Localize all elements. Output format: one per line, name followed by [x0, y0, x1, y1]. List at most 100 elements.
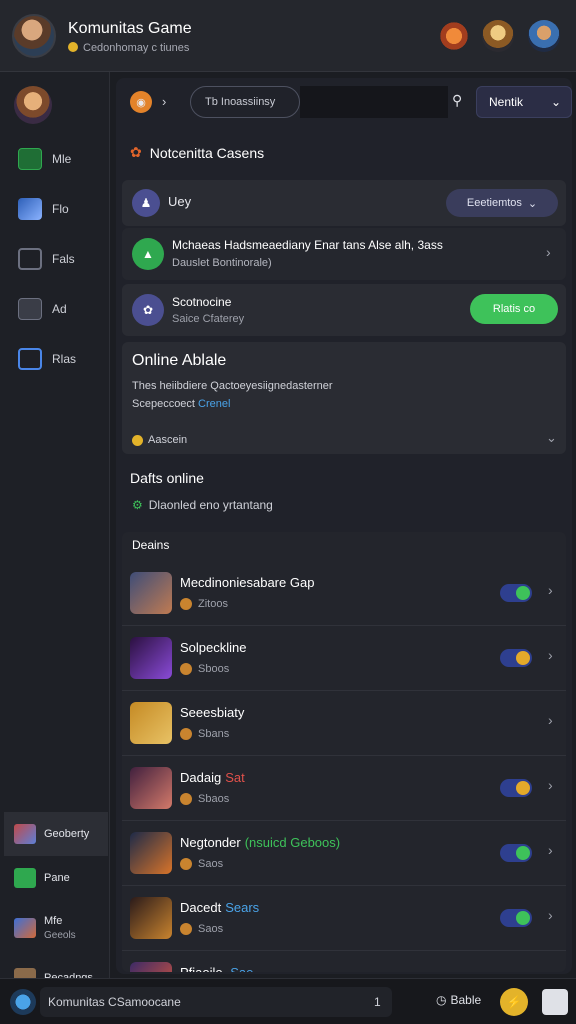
sidebar-bottom-item[interactable]: Pane [4, 856, 108, 900]
user-avatar[interactable] [12, 14, 56, 58]
announcement-title: Mchaeas Hadsmeaediany Enar tans Alse alh… [172, 238, 443, 252]
lightning-icon[interactable]: ⚡ [500, 988, 528, 1016]
sidebar-item[interactable]: Ad [18, 294, 106, 324]
game-name: Dacedt Sears [180, 900, 259, 915]
sidebar-item-label: Flo [52, 202, 69, 216]
game-status-text: Sbans [198, 728, 230, 740]
game-name-text: Dacedt [180, 900, 222, 915]
game-row[interactable]: Negtonder (nsuicd Geboos) Saos › [122, 822, 566, 886]
user-badge-label: Eeetiemtos [466, 197, 522, 209]
game-status-text: Saos [198, 923, 224, 935]
chat-avatar[interactable] [10, 989, 36, 1015]
game-icon [14, 918, 36, 938]
notifications-header: ✿ Notcenitta Casens [130, 144, 264, 161]
game-row[interactable]: Pfiaoilo.Sae› [122, 952, 566, 972]
sidebar-avatar[interactable] [14, 86, 52, 124]
game-tag: Sears [225, 900, 260, 915]
game-shortcut-icon[interactable] [438, 20, 470, 52]
announcement-card[interactable]: ▲ Mchaeas Hadsmeaediany Enar tans Alse a… [122, 228, 566, 280]
sidebar-bottom-label: Geoberty [44, 828, 90, 840]
game-status: Saos [180, 858, 223, 870]
game-row[interactable]: Solpeckline Sboos › [122, 627, 566, 691]
game-name: Solpeckline [180, 640, 247, 655]
sidebar-item[interactable]: Fals [18, 244, 106, 274]
game-shortcut-icon[interactable] [482, 20, 514, 52]
toggle-knob [516, 846, 530, 860]
sidebar-bottom-item[interactable]: Mfe Geeols [4, 900, 108, 956]
stats-icon [18, 348, 42, 370]
folder-icon [18, 298, 42, 320]
session-subtitle: Saice Cfaterey [172, 313, 245, 325]
user-icon: ♟ [132, 189, 160, 217]
game-row[interactable]: Dadaig Sat Sbaos › [122, 757, 566, 821]
sidebar-item[interactable]: Mle [18, 144, 106, 174]
online-title: Online Ablale [132, 352, 227, 369]
filter-dropdown[interactable]: Nentik ⌄ [476, 86, 572, 118]
games-list: Deains Mecdinoniesabare Gap Zitoos › Solpec… [122, 532, 566, 972]
session-button-label: Rlatis co [492, 303, 536, 315]
flower-icon: ✿ [132, 294, 164, 326]
leaf-icon: ✿ [130, 144, 142, 160]
search-input[interactable] [300, 86, 448, 118]
user-card[interactable]: ♟ Uey Eeetiemtos ⌄ [122, 180, 566, 226]
coin-icon [68, 42, 78, 52]
chevron-right-icon[interactable]: › [162, 94, 166, 109]
toggle-knob [516, 586, 530, 600]
game-status: Sboos [180, 663, 229, 675]
subtitle-text: Cedonhomay c tiunes [83, 42, 190, 54]
toolbar: ◉ › Tb Inoassiinsy ⚲ Nentik ⌄ [126, 86, 572, 122]
toggle-knob [516, 911, 530, 925]
game-status: Sbans [180, 728, 229, 740]
smile-icon [132, 434, 143, 446]
chat-count: 1 [374, 995, 381, 1009]
game-thumbnail [130, 637, 172, 679]
game-status: Zitoos [180, 598, 228, 610]
bottom-action[interactable]: ◷ Bable [436, 993, 481, 1007]
sidebar-item-label: Ad [52, 302, 67, 316]
game-name-text: Negtonder [180, 835, 241, 850]
game-tag: Sae [230, 965, 253, 972]
game-toggle[interactable] [500, 649, 532, 667]
friends-online-status-text: Dlaonled eno yrtantang [148, 498, 273, 512]
game-name: Seeesbiaty [180, 705, 244, 720]
game-toggle[interactable] [500, 779, 532, 797]
trophy-icon: ▲ [132, 238, 164, 270]
sidebar-item[interactable]: Rlas [18, 344, 106, 374]
chevron-down-icon: ⌄ [550, 95, 561, 109]
game-thumbnail [130, 832, 172, 874]
badge-icon [180, 728, 192, 740]
path-label: Tb Inoassiinsy [205, 96, 276, 108]
path-selector[interactable]: Tb Inoassiinsy [190, 86, 300, 118]
game-name-text: Solpeckline [180, 640, 247, 655]
badge-icon [180, 858, 192, 870]
game-toggle[interactable] [500, 844, 532, 862]
chat-input[interactable]: Komunitas CSamoocane [40, 987, 392, 1017]
notification-icon[interactable]: ◉ [130, 91, 152, 113]
game-row[interactable]: Dacedt Sears Saos › [122, 887, 566, 951]
game-row[interactable]: Mecdinoniesabare Gap Zitoos › [122, 562, 566, 626]
game-toggle[interactable] [500, 909, 532, 927]
game-status-text: Saos [198, 858, 224, 870]
sidebar-bottom-item[interactable]: Geoberty [4, 812, 108, 856]
game-shortcut-icon[interactable] [528, 20, 560, 52]
calendar-icon[interactable] [542, 989, 568, 1015]
game-row[interactable]: Seeesbiaty Sbans › [122, 692, 566, 756]
game-toggle[interactable] [500, 584, 532, 602]
chevron-down-icon[interactable]: ⌄ [546, 430, 557, 446]
sidebar: Mle Flo Fals Ad Rlas Geoberty Pane Mfe G… [0, 72, 110, 988]
sidebar-item[interactable]: Flo [18, 194, 106, 224]
session-title: Scotnocine [172, 295, 232, 309]
search-icon[interactable]: ⚲ [452, 92, 462, 109]
friends-online-status: ⚙ Dlaonled eno yrtantang [132, 498, 273, 512]
online-link[interactable]: Crenel [198, 398, 230, 410]
toggle-knob [516, 651, 530, 665]
session-join-button[interactable]: Rlatis co [470, 294, 558, 324]
chevron-down-icon: ⌄ [527, 197, 538, 210]
game-tag: Sat [225, 770, 245, 785]
chevron-right-icon: › [546, 244, 551, 260]
chevron-right-icon: › [548, 777, 553, 793]
chevron-right-icon: › [548, 582, 553, 598]
app-title: Komunitas Game [68, 20, 192, 37]
user-badge-dropdown[interactable]: Eeetiemtos ⌄ [446, 189, 558, 217]
game-name: Mecdinoniesabare Gap [180, 575, 314, 590]
